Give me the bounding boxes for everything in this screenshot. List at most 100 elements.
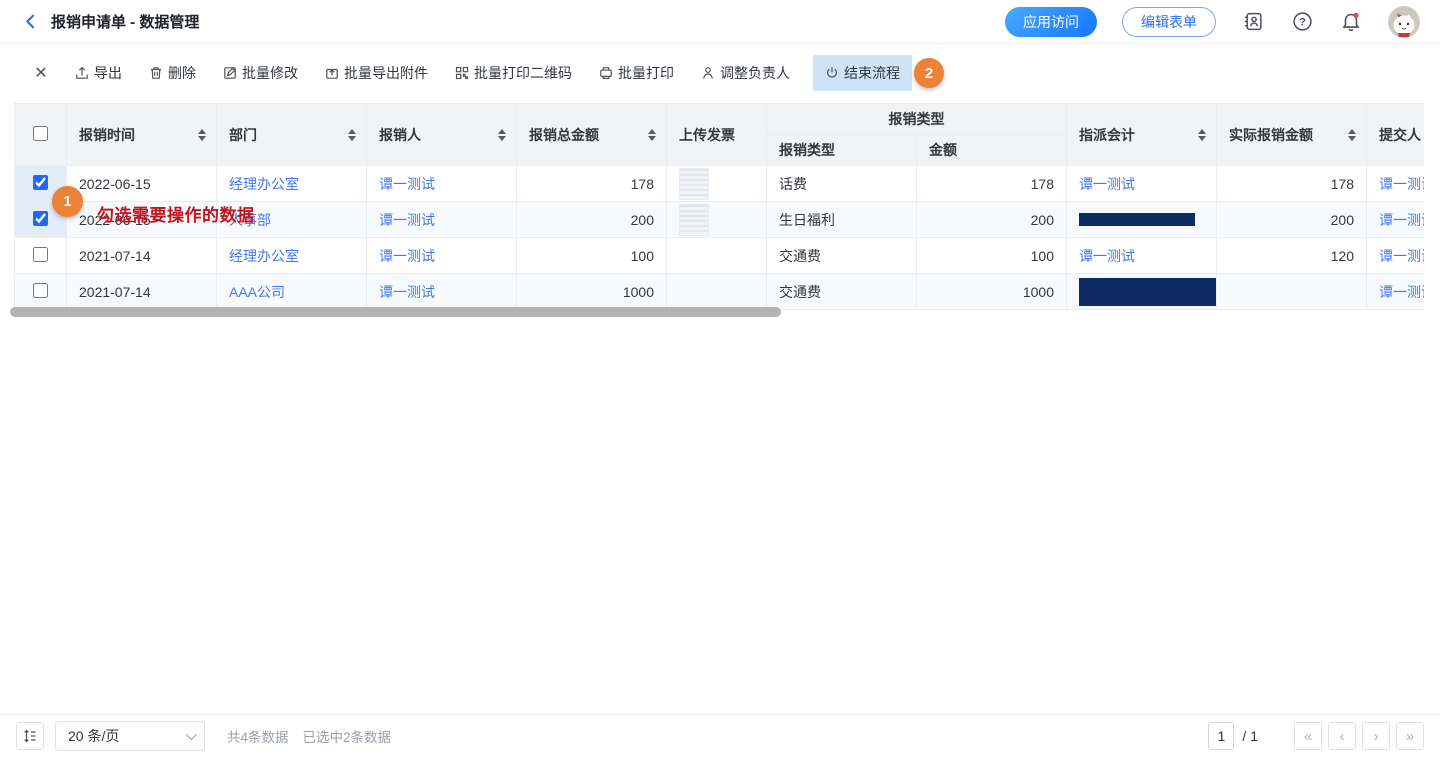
submitter-link[interactable]: 谭一测试 — [1379, 284, 1424, 300]
cell-total-amount: 100 — [517, 238, 667, 274]
cell-date: 2021-07-14 — [67, 274, 217, 310]
department-link[interactable]: AAA公司 — [229, 284, 285, 300]
annotation-text: 勾选需要操作的数据 — [97, 201, 255, 226]
delete-button[interactable]: 批量修改 删除 — [145, 55, 200, 91]
chevron-right-icon: › — [1374, 729, 1379, 744]
row-height-icon — [22, 728, 38, 744]
svg-text:?: ? — [1299, 17, 1306, 29]
column-header-actual-amount: 实际报销金额 — [1229, 125, 1313, 145]
batch-print-qrcode-button[interactable]: 批量打印二维码 — [451, 55, 576, 91]
redacted-value — [1079, 213, 1195, 226]
column-header-type: 报销类型 — [779, 142, 835, 158]
double-chevron-right-icon: » — [1406, 729, 1414, 744]
page-title: 报销申请单 - 数据管理 — [51, 11, 199, 32]
notifications-icon[interactable] — [1339, 10, 1363, 34]
batch-export-attachments-button[interactable]: 批量导出附件 — [321, 55, 432, 91]
end-process-button[interactable]: 结束流程 — [813, 55, 912, 91]
current-page[interactable]: 1 — [1208, 722, 1234, 750]
select-all-checkbox[interactable] — [33, 126, 48, 141]
next-page-button[interactable]: › — [1362, 722, 1390, 750]
cell-total-amount: 200 — [517, 202, 667, 238]
department-link[interactable]: 经理办公室 — [229, 248, 299, 264]
sort-icon[interactable] — [1198, 129, 1206, 141]
chevron-left-icon: ‹ — [1340, 729, 1345, 744]
column-header-type-group: 报销类型 — [889, 111, 945, 127]
page-size-select[interactable]: 20 条/页 — [55, 721, 205, 751]
accountant-link[interactable]: 谭一测试 — [1079, 176, 1135, 192]
cell-total-amount: 1000 — [517, 274, 667, 310]
accountant-link[interactable]: 谭一测试 — [1079, 248, 1135, 264]
header-actions: 应用访问 编辑表单 ? — [1005, 6, 1420, 38]
row-checkbox[interactable] — [33, 283, 48, 298]
power-icon — [825, 66, 839, 80]
app-access-button[interactable]: 应用访问 — [1005, 7, 1097, 37]
submitter-link[interactable]: 谭一测试 — [1379, 212, 1424, 228]
app-header: 报销申请单 - 数据管理 应用访问 编辑表单 ? — [0, 0, 1440, 44]
row-checkbox[interactable] — [33, 175, 48, 190]
back-icon[interactable] — [22, 13, 39, 30]
cell-amount: 1000 — [917, 274, 1067, 310]
avatar[interactable] — [1388, 6, 1420, 38]
cell-type: 交通费 — [767, 238, 917, 274]
person-link[interactable]: 谭一测试 — [379, 248, 435, 264]
table-row: 2022-06-15 经理办公室 谭一测试 178 话费 178 谭一测试 17… — [15, 166, 1425, 202]
submitter-link[interactable]: 谭一测试 — [1379, 248, 1424, 264]
total-count: 共4条数据 — [227, 726, 289, 746]
person-link[interactable]: 谭一测试 — [379, 212, 435, 228]
column-header-upload-invoice: 上传发票 — [679, 127, 735, 143]
cell-date: 2022-06-15 — [67, 166, 217, 202]
row-height-button[interactable] — [16, 722, 44, 750]
horizontal-scrollbar[interactable] — [10, 307, 781, 317]
batch-edit-button[interactable]: 批量修改 — [219, 55, 302, 91]
double-chevron-left-icon: « — [1304, 729, 1312, 744]
edit-icon — [223, 66, 237, 80]
export-button[interactable]: 导出 — [71, 55, 126, 91]
column-header-accountant: 指派会计 — [1079, 125, 1135, 145]
help-icon[interactable]: ? — [1290, 10, 1314, 34]
department-link[interactable]: 经理办公室 — [229, 176, 299, 192]
prev-page-button[interactable]: ‹ — [1328, 722, 1356, 750]
sort-icon[interactable] — [498, 129, 506, 141]
cell-actual-amount: 120 — [1217, 238, 1367, 274]
first-page-button[interactable]: « — [1294, 722, 1322, 750]
person-link[interactable]: 谭一测试 — [379, 176, 435, 192]
selected-count: 已选中2条数据 — [303, 726, 392, 746]
step-2-badge: 2 — [914, 58, 944, 88]
column-header-submitter: 提交人 — [1379, 127, 1421, 143]
invoice-thumbnail[interactable] — [679, 168, 709, 200]
cell-type: 生日福利 — [767, 202, 917, 238]
step-1-badge: 1 — [52, 186, 83, 217]
sort-icon[interactable] — [648, 129, 656, 141]
batch-print-button[interactable]: 批量打印 — [595, 55, 678, 91]
person-icon — [701, 66, 715, 80]
cell-amount: 100 — [917, 238, 1067, 274]
column-header-person: 报销人 — [379, 125, 421, 145]
export-icon — [75, 66, 89, 80]
bulk-action-toolbar: ✕ 导出 批量修改 删除 批量修改 批量导出附件 批量打印二维码 — [0, 44, 1440, 102]
table-row: 2021-07-14 经理办公室 谭一测试 100 交通费 100 谭一测试 1… — [15, 238, 1425, 274]
notification-dot — [1353, 12, 1358, 17]
print-icon — [599, 66, 613, 80]
invoice-thumbnail[interactable] — [679, 204, 709, 236]
pagination-bar: 20 条/页 共4条数据 已选中2条数据 1 / 1 « ‹ › » — [0, 714, 1440, 757]
cell-total-amount: 178 — [517, 166, 667, 202]
sort-icon[interactable] — [1348, 129, 1356, 141]
edit-form-button[interactable]: 编辑表单 — [1122, 7, 1216, 37]
sort-icon[interactable] — [348, 129, 356, 141]
row-checkbox[interactable] — [33, 211, 48, 226]
last-page-button[interactable]: » — [1396, 722, 1424, 750]
close-selection-button[interactable]: ✕ — [33, 63, 49, 83]
cell-amount: 178 — [917, 166, 1067, 202]
row-checkbox[interactable] — [33, 247, 48, 262]
sort-icon[interactable] — [198, 129, 206, 141]
chevron-down-icon — [186, 729, 197, 740]
submitter-link[interactable]: 谭一测试 — [1379, 176, 1424, 192]
trash-icon — [149, 66, 163, 80]
cell-actual-amount: 178 — [1217, 166, 1367, 202]
cell-actual-amount — [1217, 274, 1367, 310]
adjust-owner-button[interactable]: 调整负责人 — [697, 55, 794, 91]
cell-date: 2021-07-14 — [67, 238, 217, 274]
person-link[interactable]: 谭一测试 — [379, 284, 435, 300]
cell-amount: 200 — [917, 202, 1067, 238]
contacts-icon[interactable] — [1241, 10, 1265, 34]
